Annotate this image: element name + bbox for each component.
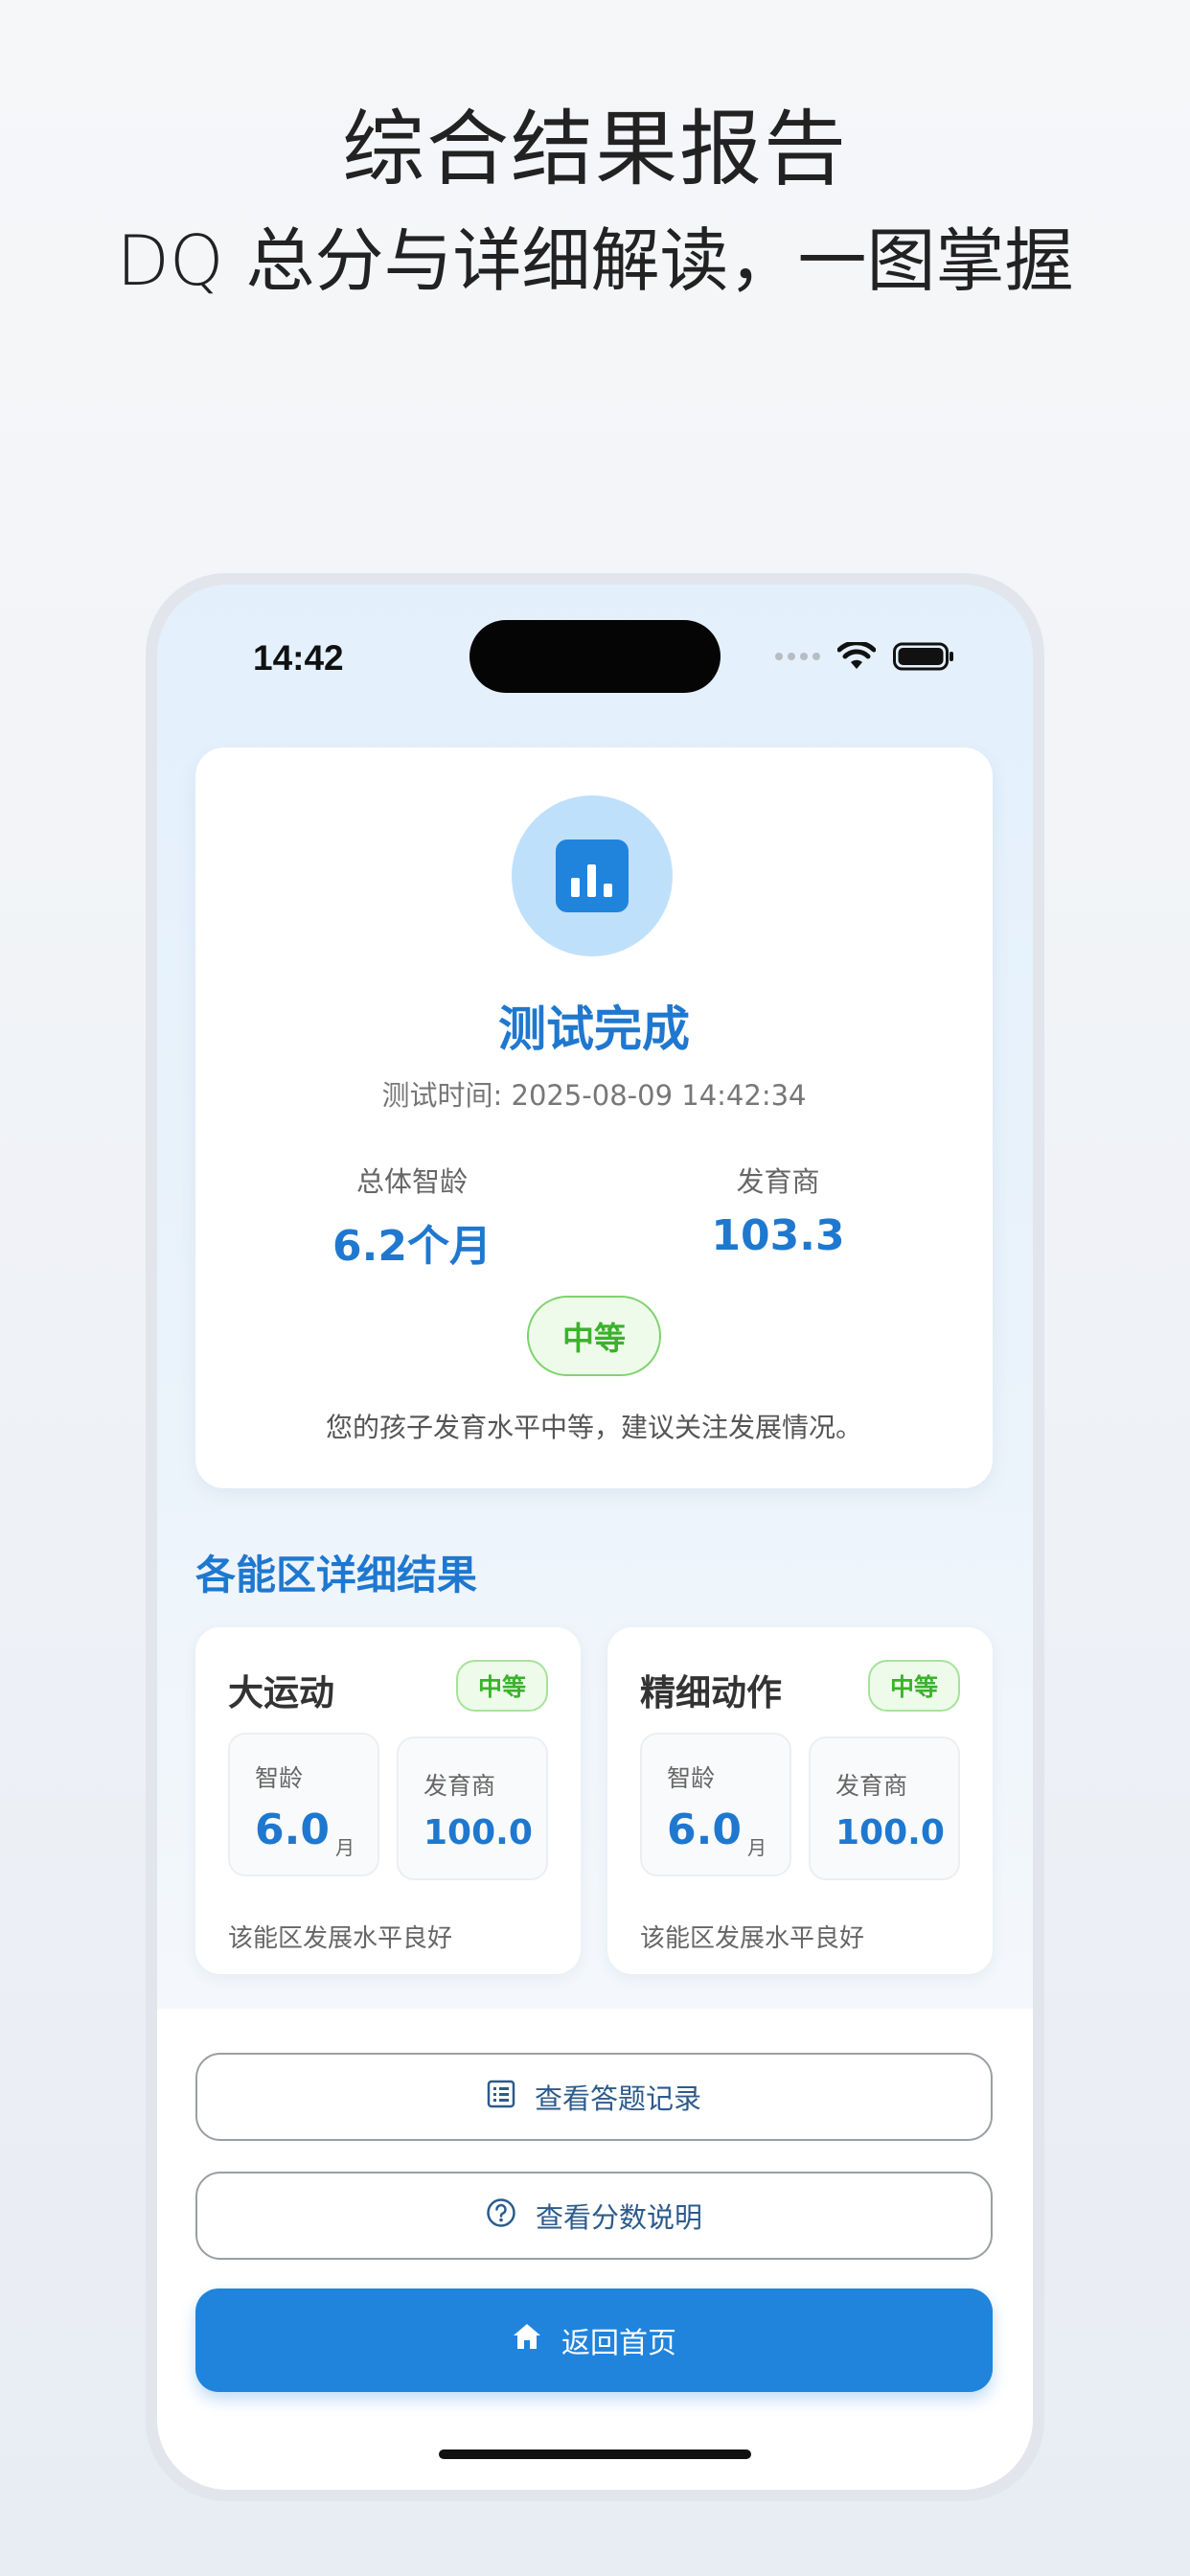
area-dq-value: 100.0 [423,1813,533,1852]
area-level-badge: 中等 [456,1660,548,1712]
area-age-box: 智龄 6.0 月 [640,1733,791,1876]
promo-headline: 综合结果报告 DQ 总分与详细解读，一图掌握 [0,96,1190,312]
test-time: 测试时间: 2025-08-09 14:42:34 [381,1079,807,1112]
area-name: 精细动作 [640,1672,782,1714]
summary-title: 测试完成 [498,1001,690,1057]
area-card-gross-motor[interactable]: 大运动 中等 智龄 6.0 月 发育商 100.0 该能区发展水平良好 [195,1627,581,1974]
score-info-label: 查看分数说明 [535,2201,702,2234]
signal-dots-icon [775,653,820,660]
bar-chart-icon [512,795,673,956]
wifi-icon [837,642,876,671]
return-home-button[interactable]: 返回首页 [195,2288,993,2392]
area-dq-label: 发育商 [423,1772,496,1800]
app-screen: 14:42 测试完成 测试时间: 2025-08-09 14:42:34 总体智… [157,585,1033,2490]
area-dq-box: 发育商 100.0 [397,1736,548,1880]
status-icons [775,642,954,671]
area-dq-label: 发育商 [835,1772,908,1800]
overall-age-label: 总体智龄 [355,1165,468,1198]
area-age-label: 智龄 [667,1764,716,1792]
summary-description: 您的孩子发育水平中等，建议关注发展情况。 [325,1412,862,1443]
area-age-value: 6.0 [255,1806,330,1854]
area-note: 该能区发展水平良好 [640,1924,865,1953]
area-age-value: 6.0 [667,1806,742,1854]
area-level-badge: 中等 [868,1660,960,1712]
area-age-unit: 月 [747,1836,767,1859]
action-sheet: 查看答题记录 查看分数说明 返回首页 [157,2009,1033,2490]
area-age-unit: 月 [335,1836,355,1859]
area-dq-value: 100.0 [835,1813,945,1852]
overall-age-value: 6.2个月 [332,1222,492,1271]
summary-card: 测试完成 测试时间: 2025-08-09 14:42:34 总体智龄 6.2个… [195,748,993,1488]
dq-label: 发育商 [736,1165,820,1198]
overall-age-metric: 总体智龄 6.2个月 [268,1160,556,1273]
dynamic-island [469,620,721,693]
phone-frame: 14:42 测试完成 测试时间: 2025-08-09 14:42:34 总体智… [146,573,1044,2501]
dq-value: 103.3 [711,1211,845,1260]
battery-icon [893,642,954,671]
question-circle-icon [486,2197,516,2235]
promo-subtitle: DQ 总分与详细解读，一图掌握 [116,220,1074,301]
areas-section-title: 各能区详细结果 [195,1552,478,1598]
view-answers-button[interactable]: 查看答题记录 [195,2053,993,2141]
list-icon [487,2080,515,2115]
area-dq-box: 发育商 100.0 [809,1736,960,1880]
area-age-label: 智龄 [255,1764,304,1792]
status-time: 14:42 [253,638,344,678]
home-indicator[interactable] [439,2450,751,2459]
area-card-fine-motor[interactable]: 精细动作 中等 智龄 6.0 月 发育商 100.0 该能区发展水平良好 [607,1627,993,1974]
dq-metric: 发育商 103.3 [634,1160,922,1260]
home-icon [512,2321,542,2359]
promo-title: 综合结果报告 [342,102,848,197]
level-badge: 中等 [527,1296,661,1376]
area-note: 该能区发展水平良好 [228,1924,453,1953]
area-name: 大运动 [228,1672,334,1714]
return-home-label: 返回首页 [561,2327,676,2360]
score-info-button[interactable]: 查看分数说明 [195,2172,993,2260]
area-age-box: 智龄 6.0 月 [228,1733,379,1876]
view-answers-label: 查看答题记录 [534,2082,701,2115]
